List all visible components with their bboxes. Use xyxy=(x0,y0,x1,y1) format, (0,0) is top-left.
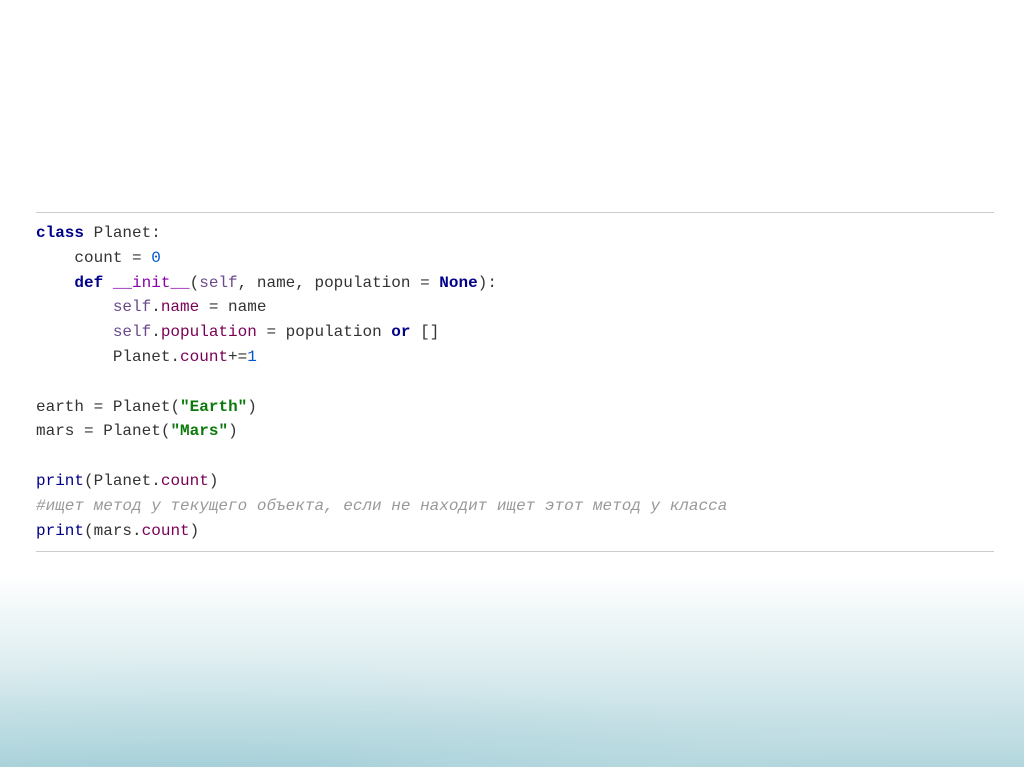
code-line-7 xyxy=(36,370,994,395)
code-block: class Planet: count = 0 def __init__(sel… xyxy=(36,212,994,552)
code-line-10 xyxy=(36,444,994,469)
code-line-11: print(Planet.count) xyxy=(36,469,994,494)
code-line-4: self.name = name xyxy=(36,295,994,320)
code-line-12: #ищет метод у текущего объекта, если не … xyxy=(36,494,994,519)
code-line-3: def __init__(self, name, population = No… xyxy=(36,271,994,296)
code-line-8: earth = Planet("Earth") xyxy=(36,395,994,420)
code-line-1: class Planet: xyxy=(36,221,994,246)
code-line-6: Planet.count+=1 xyxy=(36,345,994,370)
code-line-5: self.population = population or [] xyxy=(36,320,994,345)
code-line-9: mars = Planet("Mars") xyxy=(36,419,994,444)
decorative-wave xyxy=(0,587,1024,767)
code-line-2: count = 0 xyxy=(36,246,994,271)
code-line-13: print(mars.count) xyxy=(36,519,994,544)
